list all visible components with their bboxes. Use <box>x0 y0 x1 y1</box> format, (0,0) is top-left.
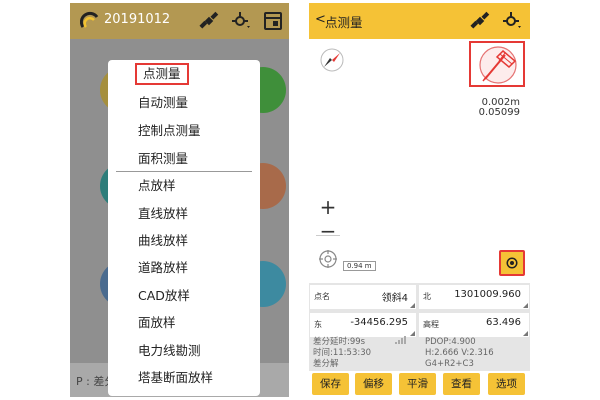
menu-item-point-survey[interactable]: 点测量 <box>135 63 189 85</box>
gps-antenna-icon[interactable] <box>501 10 523 32</box>
east-field[interactable]: 东 -34456.295 <box>310 313 416 337</box>
locate-crosshair-icon[interactable] <box>318 249 338 269</box>
right-screen: < 点测量 0.002m 0.05099 + − 0.94 m 点名 领斜4 北… <box>309 3 530 397</box>
compass-icon[interactable] <box>319 47 345 73</box>
point-name-field[interactable]: 点名 领斜4 <box>310 285 416 309</box>
constellation-text: G4+R2+C3 <box>425 359 474 369</box>
menu-item-auto-survey[interactable]: 自动测量 <box>138 93 188 113</box>
save-button[interactable]: 保存 <box>312 373 349 395</box>
survey-pole-highlight <box>469 41 525 87</box>
menu-item-power-line-survey[interactable]: 电力线勘测 <box>138 341 201 361</box>
zoom-out-button[interactable]: − <box>317 221 339 243</box>
zoom-in-button[interactable]: + <box>317 197 339 219</box>
signal-icon <box>395 336 406 344</box>
precision-vertical: 0.05099 <box>478 107 520 118</box>
pdop-text: PDOP:4.900 <box>425 337 476 347</box>
menu-item-line-stakeout[interactable]: 直线放样 <box>138 204 188 224</box>
hv-precision-text: H:2.666 V:2.316 <box>425 348 494 358</box>
satellite-icon[interactable] <box>198 10 220 32</box>
options-button[interactable]: 选项 <box>488 373 525 395</box>
gps-center-button[interactable] <box>499 250 525 276</box>
menu-item-point-stakeout[interactable]: 点放样 <box>138 176 176 196</box>
action-bar: 保存 偏移 平滑 查看 选项 <box>309 371 530 397</box>
solution-text: 差分解 <box>313 359 339 369</box>
diff-age-text: 差分延时:99s <box>313 337 366 347</box>
survey-pole-icon <box>479 46 517 84</box>
map-scale-label: 0.94 m <box>343 261 376 271</box>
gps-antenna-icon[interactable] <box>230 10 252 32</box>
offset-button[interactable]: 偏移 <box>355 373 392 395</box>
menu-item-surface-stakeout[interactable]: 面放样 <box>138 313 176 333</box>
menu-item-curve-stakeout[interactable]: 曲线放样 <box>138 231 188 251</box>
elevation-field[interactable]: 高程 63.496 <box>419 313 529 337</box>
menu-item-road-stakeout[interactable]: 道路放样 <box>138 258 188 278</box>
survey-type-menu: 点测量 自动测量 控制点测量 面积测量 点放样 直线放样 曲线放样 道路放样 C… <box>108 60 260 396</box>
menu-item-cad-stakeout[interactable]: CAD放样 <box>138 286 190 306</box>
project-title: 20191012 <box>104 12 171 27</box>
page-title: 点测量 <box>325 15 363 30</box>
satellite-icon[interactable] <box>469 10 491 32</box>
right-header: < 点测量 <box>309 3 530 39</box>
menu-divider <box>116 171 252 172</box>
smooth-button[interactable]: 平滑 <box>399 373 436 395</box>
menu-item-tower-section-stakeout[interactable]: 塔基断面放样 <box>138 368 213 388</box>
gps-center-icon <box>508 259 516 267</box>
left-header: 20191012 <box>70 3 289 39</box>
menu-item-area-survey[interactable]: 面积测量 <box>138 149 188 169</box>
logo-icon <box>80 11 99 28</box>
settings-panel-icon[interactable] <box>262 10 284 32</box>
north-field[interactable]: 北 1301009.960 <box>419 285 529 309</box>
view-button[interactable]: 查看 <box>443 373 480 395</box>
time-text: 时间:11:53:30 <box>313 348 372 358</box>
menu-item-control-point-survey[interactable]: 控制点测量 <box>138 121 201 141</box>
